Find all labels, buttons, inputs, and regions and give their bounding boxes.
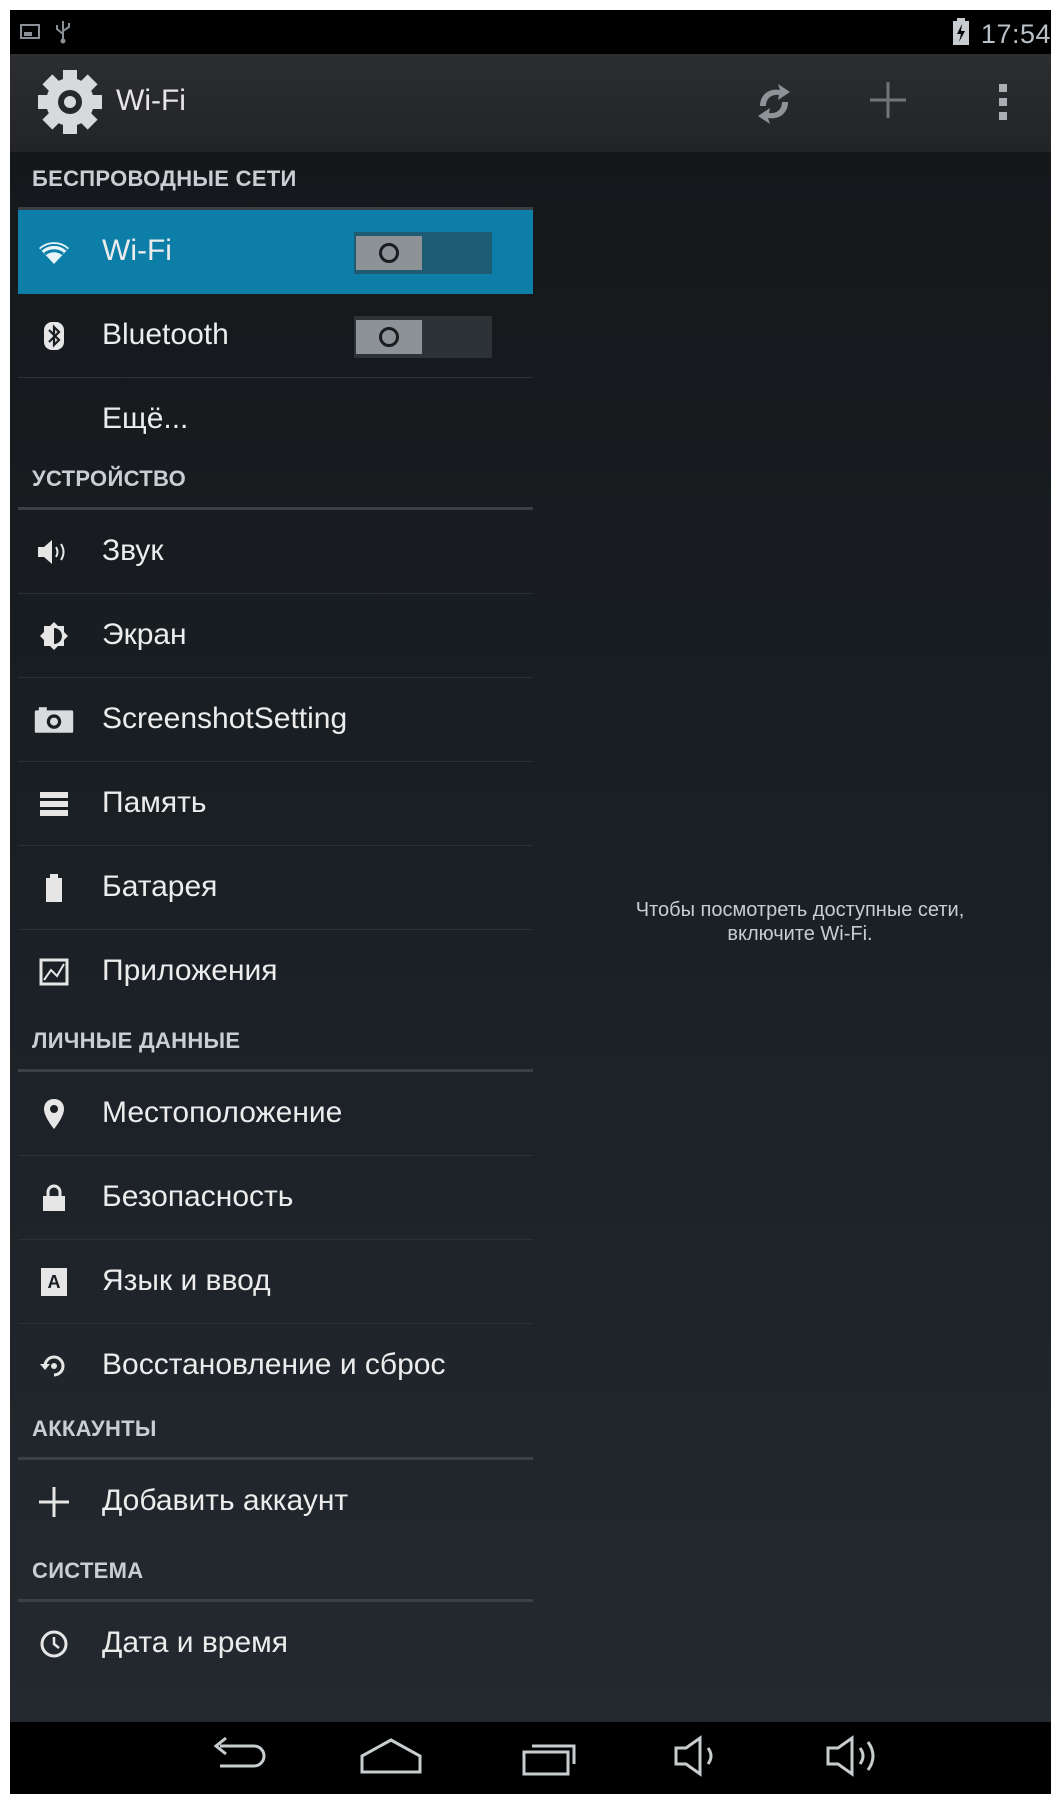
add-network-icon[interactable] (866, 78, 910, 127)
android-screen: 17:54 Wi-Fi БЕСПРОВОДНЫЕ СЕТИ Wi-Fi Blue… (10, 10, 1051, 1794)
lock-icon (34, 1180, 74, 1216)
settings-item-backup-reset[interactable]: Восстановление и сброс (18, 1324, 533, 1408)
settings-gear-icon[interactable] (36, 66, 104, 143)
settings-item-label: Батарея (102, 870, 218, 903)
wifi-off-message: Чтобы посмотреть доступные сети, включит… (570, 898, 1030, 946)
camera-icon (34, 702, 74, 738)
svg-text:A: A (48, 1272, 61, 1292)
add-icon (34, 1484, 74, 1520)
settings-main: БЕСПРОВОДНЫЕ СЕТИ Wi-Fi Bluetooth Ещё...… (10, 152, 1051, 1722)
bluetooth-toggle[interactable] (354, 316, 492, 358)
settings-item-label: Безопасность (102, 1180, 294, 1213)
settings-item-label: Восстановление и сброс (102, 1348, 446, 1381)
settings-item-label: Приложения (102, 954, 278, 987)
settings-item-battery[interactable]: Батарея (18, 846, 533, 930)
settings-item-label: Местоположение (102, 1096, 343, 1129)
settings-item-language[interactable]: A Язык и ввод (18, 1240, 533, 1324)
wifi-icon (34, 234, 74, 270)
status-bar: 17:54 (10, 10, 1051, 54)
location-pin-icon (34, 1096, 74, 1132)
action-bar: Wi-Fi (10, 54, 1051, 152)
status-time: 17:54 (980, 19, 1051, 49)
home-icon[interactable] (358, 1734, 424, 1783)
settings-item-label: Дата и время (102, 1626, 289, 1659)
wifi-off-message-line2: включите Wi-Fi. (727, 923, 873, 945)
usb-icon (54, 20, 72, 49)
bluetooth-icon (34, 318, 74, 354)
settings-item-location[interactable]: Местоположение (18, 1072, 533, 1156)
page-title: Wi-Fi (116, 84, 186, 117)
wifi-toggle[interactable] (354, 232, 492, 274)
settings-item-bluetooth[interactable]: Bluetooth (18, 294, 533, 378)
settings-item-screenshot[interactable]: ScreenshotSetting (18, 678, 533, 762)
backup-restore-icon (34, 1348, 74, 1384)
sound-icon (34, 534, 74, 570)
settings-item-label: Звук (102, 534, 164, 567)
clock-icon (34, 1626, 74, 1662)
storage-icon (34, 786, 74, 822)
settings-list: БЕСПРОВОДНЫЕ СЕТИ Wi-Fi Bluetooth Ещё...… (18, 152, 533, 1722)
settings-item-add-account[interactable]: Добавить аккаунт (18, 1460, 533, 1544)
settings-item-sound[interactable]: Звук (18, 510, 533, 594)
settings-item-date-time[interactable]: Дата и время (18, 1602, 533, 1686)
section-header-accounts: АККАУНТЫ (18, 1402, 533, 1460)
section-header-wireless: БЕСПРОВОДНЫЕ СЕТИ (18, 152, 533, 210)
settings-item-security[interactable]: Безопасность (18, 1156, 533, 1240)
settings-item-label: ScreenshotSetting (102, 702, 348, 735)
volume-up-icon[interactable] (824, 1734, 888, 1783)
settings-item-label: Ещё... (102, 402, 189, 435)
settings-item-display[interactable]: Экран (18, 594, 533, 678)
settings-item-label: Экран (102, 618, 187, 651)
battery-icon (34, 870, 74, 906)
wifi-off-message-line1: Чтобы посмотреть доступные сети, (635, 899, 965, 921)
battery-charging-icon (951, 18, 971, 51)
settings-item-storage[interactable]: Память (18, 762, 533, 846)
section-header-device: УСТРОЙСТВО (18, 452, 533, 510)
wps-icon[interactable] (752, 82, 796, 131)
settings-item-apps[interactable]: Приложения (18, 930, 533, 1014)
settings-item-label: Память (102, 786, 207, 819)
back-icon[interactable] (206, 1734, 270, 1783)
settings-item-label: Wi-Fi (102, 234, 172, 267)
section-header-system: СИСТЕМА (18, 1544, 533, 1602)
overflow-menu-icon[interactable] (996, 80, 1010, 129)
display-brightness-icon (34, 618, 74, 654)
toggle-off-knob (356, 320, 422, 354)
settings-item-label: Добавить аккаунт (102, 1484, 349, 1517)
section-header-personal: ЛИЧНЫЕ ДАННЫЕ (18, 1014, 533, 1072)
navigation-bar (10, 1722, 1051, 1794)
language-input-icon: A (34, 1264, 74, 1300)
recent-apps-icon[interactable] (520, 1734, 582, 1783)
settings-item-more[interactable]: Ещё... (18, 378, 533, 462)
apps-icon (34, 954, 74, 990)
volume-down-icon[interactable] (672, 1734, 726, 1783)
toggle-off-knob (356, 236, 422, 270)
settings-item-label: Язык и ввод (102, 1264, 271, 1297)
settings-item-label: Bluetooth (102, 318, 229, 351)
settings-item-wifi[interactable]: Wi-Fi (18, 210, 533, 294)
screenshot-notification-icon (20, 23, 40, 46)
